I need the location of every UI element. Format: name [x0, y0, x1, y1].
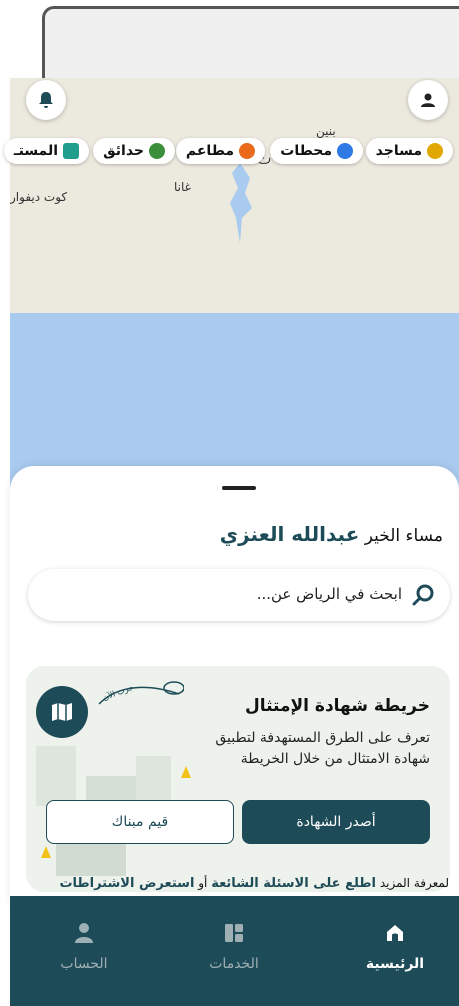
nav-account[interactable]: الحساب	[34, 922, 134, 972]
bottom-nav: الرئيسية الخدمات الحساب	[10, 896, 459, 1006]
user-name: عبدالله العنزي	[219, 522, 360, 546]
search-input[interactable]: ابحث في الرياض عن...	[257, 585, 402, 603]
issue-certificate-button[interactable]: أصدر الشهادة	[242, 800, 430, 844]
account-icon	[75, 923, 93, 943]
chip-parks[interactable]: حدائق	[93, 138, 175, 164]
chip-mosques[interactable]: مساجد	[365, 138, 453, 164]
user-icon	[421, 93, 435, 107]
map-label-benin: بنين	[316, 124, 336, 138]
top-frame	[42, 6, 459, 89]
requirements-link[interactable]: استعرض الاشتراطات	[59, 876, 194, 891]
restaurant-icon	[239, 143, 255, 159]
nav-services-label: الخدمات	[209, 956, 259, 972]
chip-label: حدائق	[103, 143, 144, 159]
map-icon	[52, 703, 72, 721]
faq-link[interactable]: اطلع على الاسئلة الشائعة	[211, 876, 376, 891]
nav-home[interactable]: الرئيسية	[345, 922, 445, 972]
services-icon	[225, 924, 243, 942]
map-label-ivory-coast: كوت ديفوار	[10, 190, 68, 204]
rate-building-button[interactable]: قيم مبناك	[46, 800, 234, 844]
chip-hospitals[interactable]: المستـ	[3, 138, 89, 164]
notifications-button[interactable]	[26, 80, 66, 120]
learn-more-prefix: لمعرفة المزيد	[379, 876, 449, 890]
search-bar[interactable]: ابحث في الرياض عن...	[28, 569, 450, 621]
lake-shape	[230, 163, 252, 243]
or-text: أو	[198, 876, 208, 890]
chip-label: محطات	[280, 143, 332, 159]
mosque-icon	[427, 143, 443, 159]
park-icon	[149, 143, 165, 159]
learn-more-line: لمعرفة المزيد اطلع على الاسئلة الشائعة أ…	[59, 876, 449, 891]
sheet-drag-handle[interactable]	[222, 486, 256, 490]
chip-label: مساجد	[375, 143, 422, 159]
compliance-map-card[interactable]: جرب الآن خريطة شهادة الإمتثال تعرف على ا…	[26, 666, 450, 892]
bell-icon	[39, 92, 53, 108]
map-label-ghana: غانا	[174, 180, 191, 194]
map-badge	[36, 686, 88, 738]
nav-services[interactable]: الخدمات	[184, 922, 284, 972]
nav-home-label: الرئيسية	[365, 956, 425, 972]
bottom-sheet: مساء الخير عبدالله العنزي ابحث في الرياض…	[10, 466, 459, 906]
search-icon	[412, 584, 434, 606]
hospital-icon	[63, 143, 79, 159]
chip-stations[interactable]: محطات	[270, 138, 363, 164]
home-icon	[387, 925, 403, 941]
greeting: مساء الخير عبدالله العنزي	[220, 522, 443, 546]
card-title: خريطة شهادة الإمتثال	[244, 696, 430, 716]
nav-account-label: الحساب	[60, 956, 108, 972]
chip-label: المستـ	[13, 143, 58, 159]
card-description: تعرف على الطرق المستهدفة لتطبيق شهادة ال…	[215, 730, 430, 767]
chip-restaurants[interactable]: مطاعم	[175, 138, 265, 164]
chip-label: مطاعم	[185, 143, 234, 159]
fuel-station-icon	[337, 143, 353, 159]
profile-button[interactable]	[408, 80, 448, 120]
greeting-text: مساء الخير	[364, 526, 443, 546]
